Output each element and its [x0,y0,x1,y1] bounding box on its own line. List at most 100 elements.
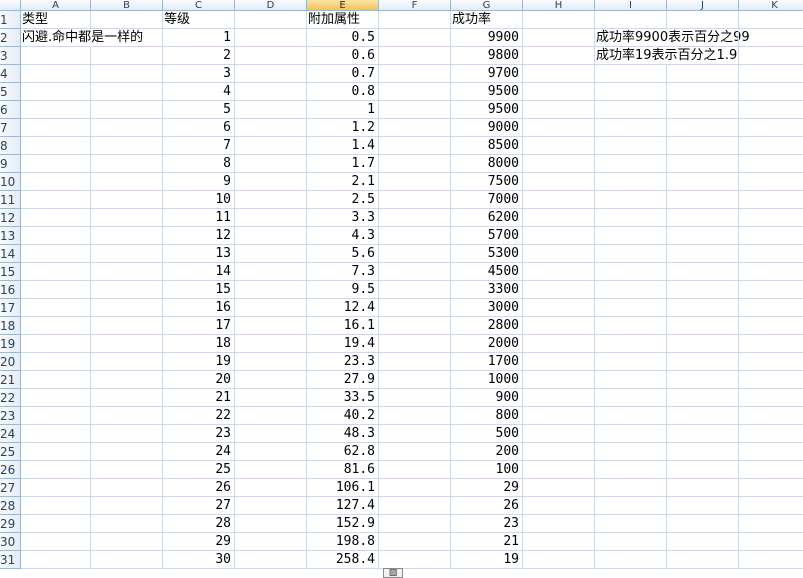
cell-j9[interactable] [667,155,739,173]
cell-d27[interactable] [235,479,307,497]
cell-k8[interactable] [739,137,803,155]
cell-h4[interactable] [523,65,595,83]
cell-i13[interactable] [595,227,667,245]
cell-i3[interactable]: 成功率19表示百分之1.9 [595,47,737,65]
cell-f1[interactable] [379,11,451,29]
cell-g4[interactable]: 9700 [451,65,523,83]
cell-f24[interactable] [379,425,451,443]
cell-g5[interactable]: 9500 [451,83,523,101]
cell-g13[interactable]: 5700 [451,227,523,245]
cell-i21[interactable] [595,371,667,389]
cell-i11[interactable] [595,191,667,209]
cell-k31[interactable] [739,551,803,569]
cell-i23[interactable] [595,407,667,425]
cell-j29[interactable] [667,515,739,533]
cell-j12[interactable] [667,209,739,227]
cell-d20[interactable] [235,353,307,371]
cell-e22[interactable]: 33.5 [307,389,379,407]
cell-j20[interactable] [667,353,739,371]
cell-j15[interactable] [667,263,739,281]
cell-g17[interactable]: 3000 [451,299,523,317]
cell-f12[interactable] [379,209,451,227]
cell-k1[interactable] [739,11,803,29]
cell-h28[interactable] [523,497,595,515]
cell-b17[interactable] [91,299,163,317]
cell-a27[interactable] [21,479,91,497]
cell-d31[interactable] [235,551,307,569]
cell-h21[interactable] [523,371,595,389]
cell-h23[interactable] [523,407,595,425]
cell-b3[interactable] [91,47,163,65]
cell-g21[interactable]: 1000 [451,371,523,389]
cell-k23[interactable] [739,407,803,425]
cell-k21[interactable] [739,371,803,389]
cell-j30[interactable] [667,533,739,551]
cell-d28[interactable] [235,497,307,515]
cell-k22[interactable] [739,389,803,407]
cell-k19[interactable] [739,335,803,353]
cell-c5[interactable]: 4 [163,83,235,101]
cell-d10[interactable] [235,173,307,191]
cell-a17[interactable] [21,299,91,317]
cell-b28[interactable] [91,497,163,515]
cell-g12[interactable]: 6200 [451,209,523,227]
cell-a29[interactable] [21,515,91,533]
cell-b21[interactable] [91,371,163,389]
cell-c15[interactable]: 14 [163,263,235,281]
cell-g18[interactable]: 2800 [451,317,523,335]
cell-k10[interactable] [739,173,803,191]
cell-e23[interactable]: 40.2 [307,407,379,425]
cell-e21[interactable]: 27.9 [307,371,379,389]
cell-e16[interactable]: 9.5 [307,281,379,299]
cell-a9[interactable] [21,155,91,173]
cell-i24[interactable] [595,425,667,443]
cell-c22[interactable]: 21 [163,389,235,407]
cell-c12[interactable]: 11 [163,209,235,227]
cell-f31[interactable] [379,551,451,569]
cell-a16[interactable] [21,281,91,299]
cell-c18[interactable]: 17 [163,317,235,335]
cell-e1[interactable]: 附加属性 [307,11,379,29]
cell-c29[interactable]: 28 [163,515,235,533]
cell-f2[interactable] [379,29,451,47]
row-header-19[interactable]: 19 [0,335,21,353]
row-header-26[interactable]: 26 [0,461,21,479]
row-header-25[interactable]: 25 [0,443,21,461]
cell-c19[interactable]: 18 [163,335,235,353]
cell-g19[interactable]: 2000 [451,335,523,353]
cell-j26[interactable] [667,461,739,479]
cell-d12[interactable] [235,209,307,227]
cell-i5[interactable] [595,83,667,101]
cell-k25[interactable] [739,443,803,461]
cell-d4[interactable] [235,65,307,83]
cell-j28[interactable] [667,497,739,515]
cell-e12[interactable]: 3.3 [307,209,379,227]
cell-f30[interactable] [379,533,451,551]
column-header-e[interactable]: E [307,0,379,11]
cell-h26[interactable] [523,461,595,479]
cell-c30[interactable]: 29 [163,533,235,551]
cell-f26[interactable] [379,461,451,479]
row-header-8[interactable]: 8 [0,137,21,155]
cell-i22[interactable] [595,389,667,407]
cell-e13[interactable]: 4.3 [307,227,379,245]
cell-d5[interactable] [235,83,307,101]
row-header-4[interactable]: 4 [0,65,21,83]
cell-j23[interactable] [667,407,739,425]
cell-f13[interactable] [379,227,451,245]
cell-j24[interactable] [667,425,739,443]
cell-k9[interactable] [739,155,803,173]
cell-d14[interactable] [235,245,307,263]
cell-h9[interactable] [523,155,595,173]
cell-b31[interactable] [91,551,163,569]
cell-a31[interactable] [21,551,91,569]
cell-e20[interactable]: 23.3 [307,353,379,371]
column-header-h[interactable]: H [523,0,595,11]
cell-j14[interactable] [667,245,739,263]
cell-c20[interactable]: 19 [163,353,235,371]
cell-h14[interactable] [523,245,595,263]
cell-h25[interactable] [523,443,595,461]
cell-h27[interactable] [523,479,595,497]
row-header-24[interactable]: 24 [0,425,21,443]
cell-k16[interactable] [739,281,803,299]
